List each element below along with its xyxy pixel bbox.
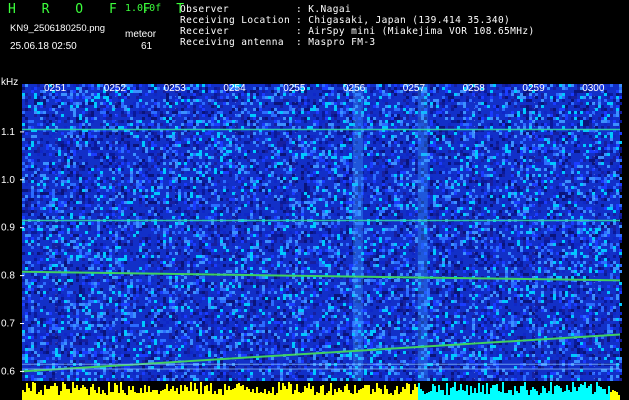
x-tick-label: 0300 [582, 83, 605, 94]
bright-column [417, 84, 428, 381]
y-tick-label: 1.0 [1, 175, 15, 186]
y-tick-label: 0.7 [1, 319, 15, 330]
observer-value: : K.Nagai [296, 4, 352, 15]
receiver-value: : AirSpy mini (Miakejima VOR 108.65MHz) [296, 26, 535, 37]
location-label: Receiving Location [180, 15, 291, 26]
antenna-value: : Maspro FM-3 [296, 37, 376, 48]
observer-label: Observer [180, 4, 229, 15]
x-tick-label: 0255 [283, 83, 306, 94]
x-tick-label: 0259 [522, 83, 545, 94]
count-label: 61 [141, 41, 153, 52]
receiver-label: Receiver [180, 26, 229, 37]
x-tick-label: 0256 [343, 83, 366, 94]
x-tick-label: 0254 [223, 83, 246, 94]
antenna-label: Receiving antenna [180, 37, 285, 48]
x-tick-label: 0252 [104, 83, 127, 94]
y-tick-label: 0.6 [1, 366, 15, 377]
mode-label: meteor [125, 29, 157, 40]
version-label: 1.0.0f [125, 3, 162, 14]
y-tick-label: 0.8 [1, 271, 15, 282]
bright-column [353, 84, 363, 381]
spectrogram-chart: 0251 0252 0253 0254 0255 0256 0257 0258 0259 0300… [0, 76, 629, 400]
filename-label: KN9_2506180250.png [10, 23, 106, 34]
x-tick-label: 0251 [44, 83, 67, 94]
y-tick-label: 0.9 [1, 223, 15, 234]
x-tick-label: 0257 [403, 83, 426, 94]
y-axis-unit: kHz [1, 77, 18, 88]
location-value: : Chigasaki, Japan (139.414 35.340) [296, 15, 511, 26]
header-panel: H R O F F T 1.0.0f KN9_2506180250.png 25… [0, 0, 629, 76]
x-tick-label: 0258 [463, 83, 486, 94]
datetime-label: 25.06.18 02:50 [10, 41, 77, 52]
x-tick-label: 0253 [164, 83, 187, 94]
app-logo: H R O F F T [8, 2, 194, 17]
y-tick-label: 1.1 [1, 127, 15, 138]
